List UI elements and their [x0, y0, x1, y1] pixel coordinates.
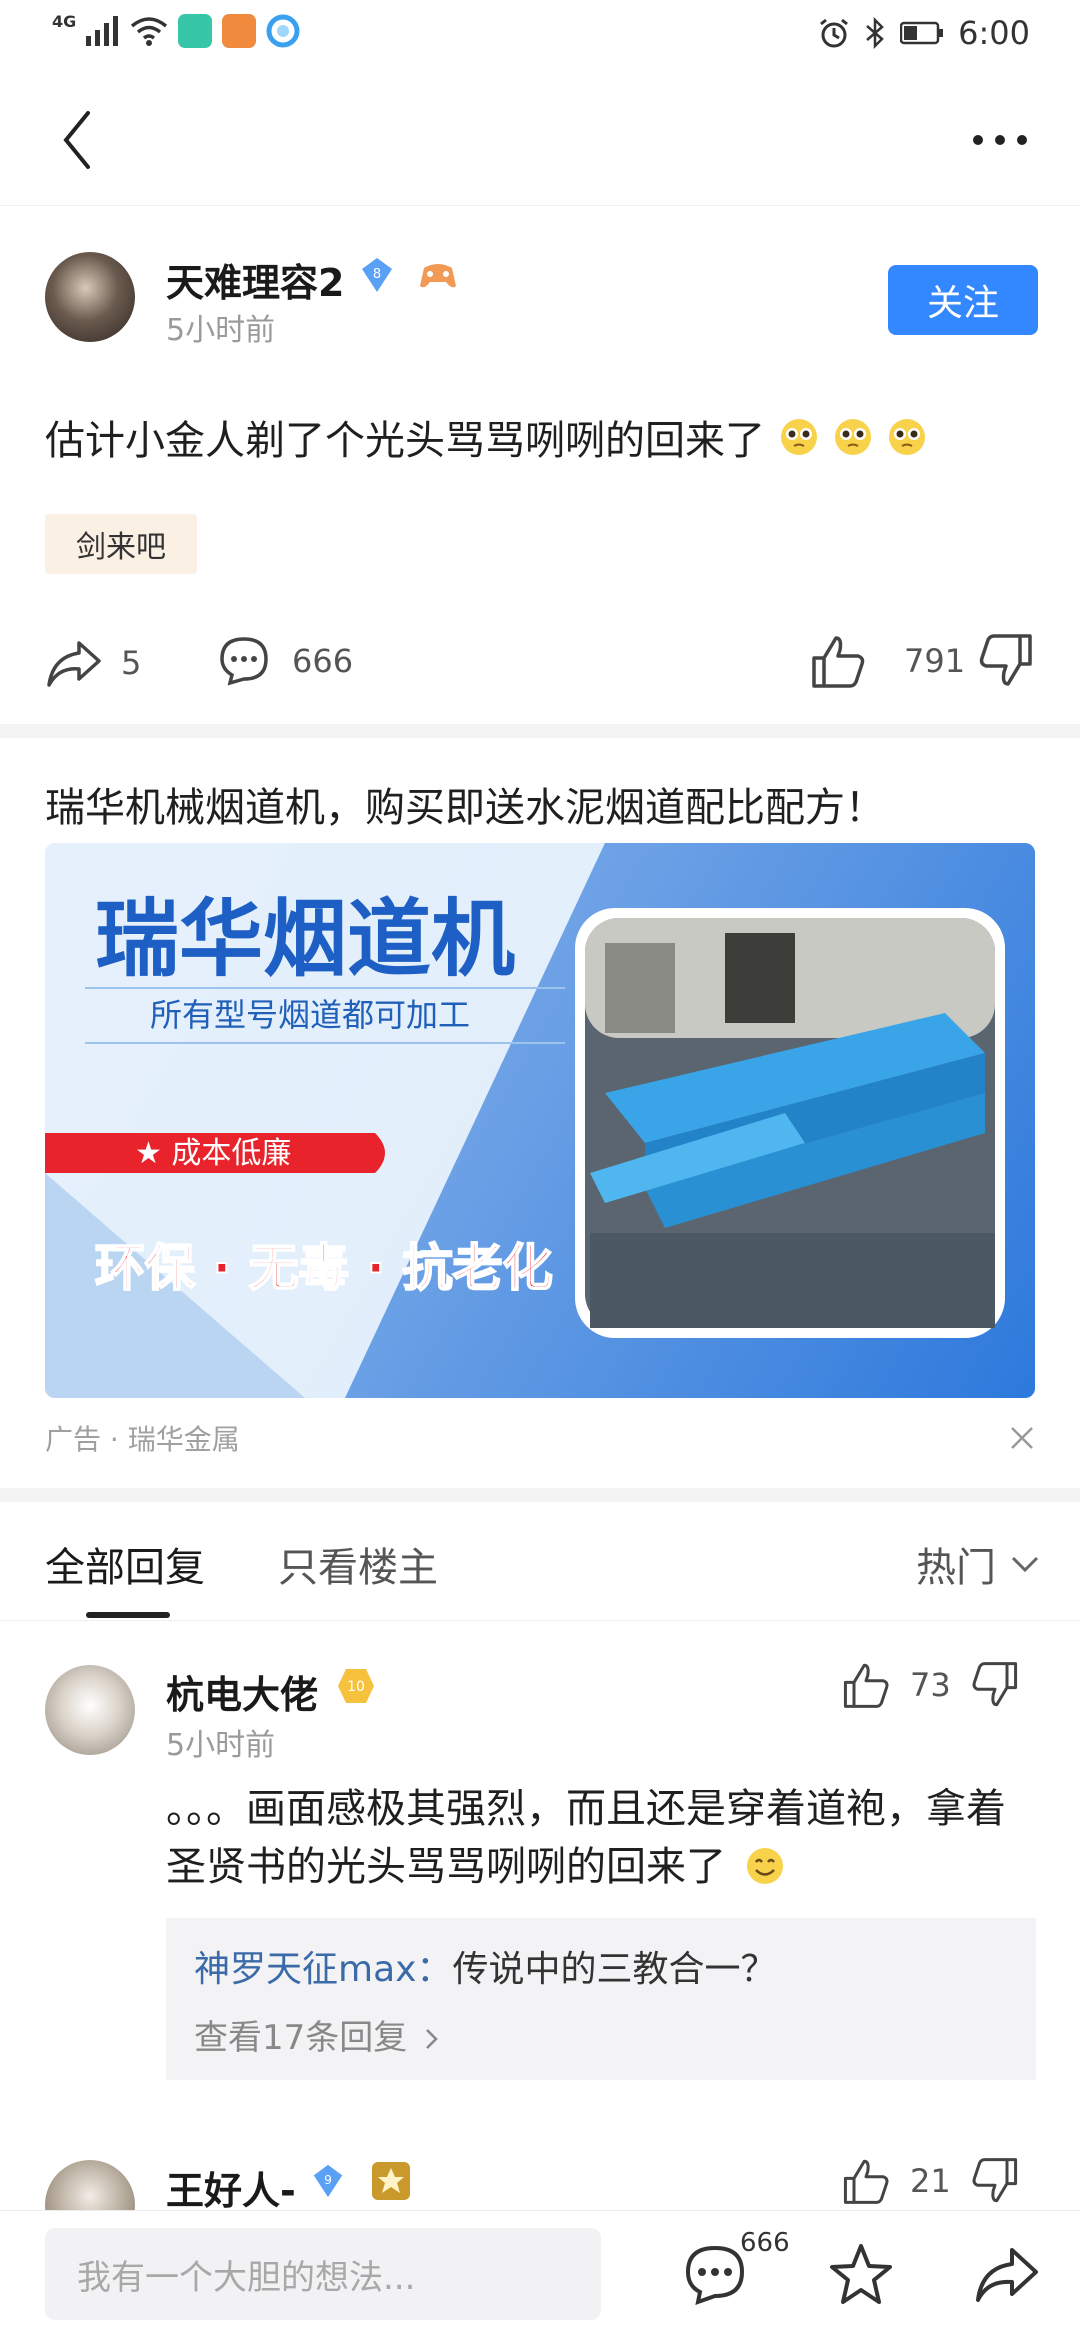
- pleading-emoji-icon: [889, 419, 925, 455]
- sub-reply: 神罗天征max：传说中的三教合一？: [194, 1940, 776, 1992]
- sort-dropdown[interactable]: 热门: [916, 1535, 1040, 1593]
- author-avatar[interactable]: [45, 252, 135, 342]
- post-detail-page: 4G 6:00 天难理容2 8 5小时前 关注 估计小金人剃了个光头骂骂咧咧的回…: [0, 0, 1080, 2340]
- post-time: 5小时前: [166, 313, 276, 348]
- sub-reply-author[interactable]: 神罗天征max：: [194, 1949, 452, 1990]
- network-label: 4G: [52, 11, 77, 31]
- game-app-icon: [222, 14, 257, 48]
- follow-button[interactable]: 关注: [888, 265, 1038, 335]
- tab-all-replies[interactable]: 全部回复: [45, 1535, 205, 1593]
- reply-author[interactable]: 王好人-: [166, 2160, 296, 2215]
- author-name[interactable]: 天难理容2: [166, 252, 344, 307]
- alarm-icon: [820, 18, 849, 48]
- reply-like-count: 21: [910, 2162, 951, 2200]
- level-badge-icon: 9: [313, 2164, 343, 2198]
- top-bar: [0, 75, 1080, 206]
- reply-content: 。。。画面感极其强烈，而且还是穿着道袍，拿着圣贤书的光头骂骂咧咧的回来了: [166, 1780, 1026, 1896]
- ad-headline: 瑞华烟道机: [95, 890, 515, 988]
- thumbs-up-icon[interactable]: [842, 2156, 890, 2206]
- forum-tag[interactable]: 剑来吧: [45, 514, 197, 574]
- comment-count-badge: 666: [740, 2228, 790, 2258]
- reply-text: 。。。画面感极其强烈，而且还是穿着道袍，拿着圣贤书的光头骂骂咧咧的回来了: [166, 1786, 1006, 1890]
- signal-icon: [86, 16, 119, 46]
- level-badge-icon: 10: [338, 1669, 374, 1703]
- ad-slogan: 环保 · 无毒 · 抗老化: [95, 1239, 553, 1297]
- comment-count: 666: [292, 642, 354, 680]
- mi-app-icon: [178, 14, 213, 48]
- bluetooth-icon: [866, 17, 884, 49]
- smile-emoji-icon: [746, 1848, 783, 1884]
- chevron-down-icon: [1011, 1556, 1039, 1573]
- thumbs-down-icon[interactable]: [978, 632, 1034, 690]
- chevron-right-icon: [426, 2029, 438, 2049]
- tabs-divider: [0, 1620, 1080, 1621]
- share-action[interactable]: 5: [45, 635, 141, 691]
- sub-reply-text: 传说中的三教合一？: [452, 1949, 777, 1990]
- comment-icon: [220, 637, 268, 686]
- gamepad-badge-icon: [420, 264, 456, 288]
- comment-action[interactable]: 666: [218, 635, 353, 687]
- pleading-emoji-icon: [781, 419, 817, 455]
- reply-like-count: 73: [910, 1666, 951, 1704]
- share-count: 5: [121, 644, 142, 682]
- clock: 6:00: [958, 14, 1030, 52]
- battery-icon: [900, 21, 944, 45]
- thumbs-up-icon[interactable]: [842, 1660, 890, 1710]
- ad-banner[interactable]: 瑞华烟道机 所有型号烟道都可加工 ★ 成本低廉 环保 · 无毒 · 抗老化: [45, 843, 1035, 1398]
- sub-reply-box[interactable]: 神罗天征max：传说中的三教合一？ 查看17条回复: [166, 1918, 1036, 2080]
- thumbs-up-icon: [812, 636, 865, 688]
- reply-vote: 73: [842, 1660, 1019, 1710]
- reply-author[interactable]: 杭电大佬: [166, 1664, 318, 1719]
- view-more-replies[interactable]: 查看17条回复: [194, 2010, 440, 2059]
- post-content: 估计小金人剃了个光头骂骂咧咧的回来了: [45, 408, 927, 466]
- ad-banner-art: 瑞华烟道机 所有型号烟道都可加工 ★ 成本低廉 环保 · 无毒 · 抗老化: [45, 843, 1035, 1398]
- wifi-icon: [131, 17, 168, 46]
- svg-text:9: 9: [324, 2173, 332, 2187]
- thumbs-down-icon[interactable]: [971, 1660, 1019, 1710]
- qq-browser-icon: [266, 14, 300, 48]
- thumbs-down-icon[interactable]: [971, 2156, 1019, 2206]
- ad-title[interactable]: 瑞华机械烟道机，购买即送水泥烟道配比配方！: [45, 775, 885, 833]
- status-bar: 4G 6:00: [0, 0, 1080, 75]
- back-arrow-icon[interactable]: [50, 105, 120, 175]
- share-icon: [47, 641, 101, 687]
- svg-text:10: 10: [347, 1679, 365, 1695]
- comment-input[interactable]: 我有一个大胆的想法...: [45, 2228, 601, 2320]
- active-tab-indicator: [86, 1612, 170, 1618]
- ad-source: 广告 · 瑞华金属: [45, 1423, 240, 1456]
- like-count: 791: [904, 642, 966, 680]
- reply-vote: 21: [842, 2156, 1019, 2206]
- share-icon[interactable]: [972, 2240, 1042, 2310]
- post-text: 估计小金人剃了个光头骂骂咧咧的回来了: [45, 418, 765, 464]
- pleading-emoji-icon: [835, 419, 871, 455]
- like-action[interactable]: 791: [810, 632, 965, 690]
- svg-text:8: 8: [373, 267, 381, 282]
- reply-avatar[interactable]: [45, 1665, 135, 1755]
- star-icon[interactable]: [826, 2240, 896, 2310]
- tab-op-only[interactable]: 只看楼主: [278, 1535, 438, 1593]
- ad-ribbon: ★ 成本低廉: [135, 1136, 291, 1171]
- more-dots-icon[interactable]: [960, 105, 1040, 175]
- close-icon[interactable]: [1002, 1418, 1042, 1458]
- section-divider: [0, 1488, 1080, 1502]
- level-badge-icon: 8: [362, 258, 392, 292]
- view-more-label: 查看17条回复: [194, 2018, 408, 2058]
- reply-time: 5小时前: [166, 1728, 276, 1763]
- ad-subheadline: 所有型号烟道都可加工: [150, 996, 470, 1034]
- sort-label: 热门: [916, 1545, 996, 1591]
- section-divider: [0, 724, 1080, 738]
- star-badge-icon: [372, 2162, 410, 2200]
